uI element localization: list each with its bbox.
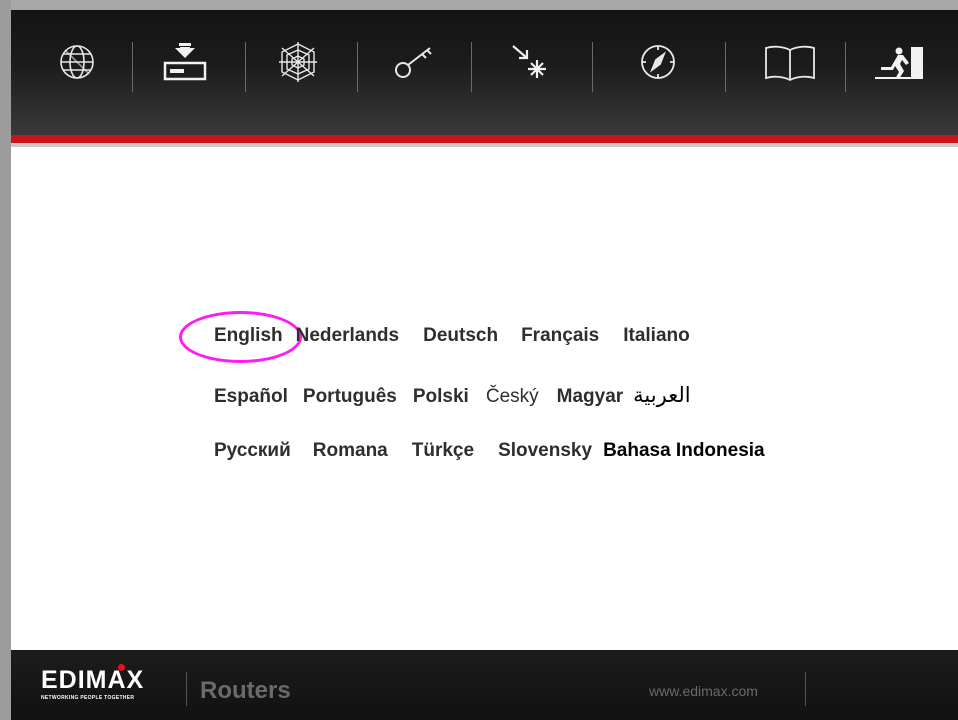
- language-link-nederlands[interactable]: Nederlands: [296, 325, 399, 347]
- footer-separator: [805, 672, 806, 706]
- footer-separator: [186, 672, 187, 706]
- language-link-polski[interactable]: Polski: [413, 386, 469, 408]
- language-link-bahasa-indonesia[interactable]: Bahasa Indonesia: [603, 440, 765, 462]
- exit-icon[interactable]: [865, 32, 935, 92]
- language-link-espanol[interactable]: Español: [214, 386, 288, 408]
- accent-gray-bar: [11, 143, 958, 147]
- toolbar-separator: [592, 42, 593, 92]
- language-link-portugues[interactable]: Português: [303, 386, 397, 408]
- toolbar-separator: [357, 42, 358, 92]
- language-link-romana[interactable]: Romana: [313, 440, 388, 462]
- sparkle-arrow-icon[interactable]: [500, 32, 560, 92]
- edimax-logo[interactable]: EDIMAX NETWORKING PEOPLE TOGETHER: [41, 664, 169, 707]
- language-link-turkce[interactable]: Türkçe: [412, 440, 474, 462]
- accent-red-bar: [11, 135, 958, 143]
- language-row-2: Español Português Polski Český Magyar ال…: [214, 383, 691, 408]
- download-device-icon[interactable]: [155, 32, 215, 92]
- toolbar-separator: [471, 42, 472, 92]
- toolbar-separator: [725, 42, 726, 92]
- logo-brand-text: EDIMAX: [41, 666, 145, 694]
- language-link-francais[interactable]: Français: [521, 325, 599, 347]
- compass-icon[interactable]: [628, 32, 688, 92]
- window-left-border: [0, 0, 11, 720]
- product-label: Routers: [200, 677, 291, 704]
- logo-red-dot: [118, 664, 125, 671]
- language-link-magyar[interactable]: Magyar: [557, 386, 624, 408]
- spiderweb-icon[interactable]: [268, 32, 328, 92]
- language-link-slovensky[interactable]: Slovensky: [498, 440, 592, 462]
- logo-tagline: NETWORKING PEOPLE TOGETHER: [41, 695, 135, 701]
- language-link-russian[interactable]: Русский: [214, 440, 291, 462]
- language-link-arabic[interactable]: العربية: [633, 383, 690, 408]
- toolbar-separator: [845, 42, 846, 92]
- language-link-cesky[interactable]: Český: [486, 386, 539, 408]
- window-top-border: [0, 0, 958, 10]
- language-row-3: Русский Romana Türkçe Slovensky Bahasa I…: [214, 440, 765, 462]
- language-link-english[interactable]: English: [214, 325, 283, 347]
- book-icon[interactable]: [755, 32, 825, 92]
- key-icon[interactable]: [385, 32, 445, 92]
- language-row-1: English Nederlands Deutsch Français Ital…: [214, 325, 690, 347]
- toolbar-separator: [245, 42, 246, 92]
- website-link[interactable]: www.edimax.com: [649, 683, 758, 699]
- language-link-deutsch[interactable]: Deutsch: [423, 325, 498, 347]
- globe-icon[interactable]: [52, 32, 102, 92]
- language-link-italiano[interactable]: Italiano: [623, 325, 690, 347]
- toolbar-separator: [132, 42, 133, 92]
